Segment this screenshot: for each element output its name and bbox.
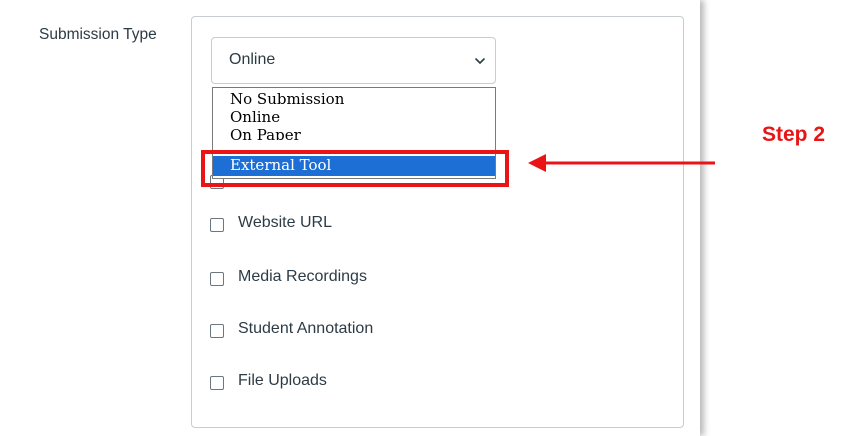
checkbox-label: Media Recordings	[238, 268, 367, 285]
checkbox-label: Website URL	[238, 214, 332, 231]
checkbox-label: Student Annotation	[238, 320, 374, 337]
assignment-settings-page: Submission Type Online No Submission Onl…	[0, 0, 857, 436]
checkbox[interactable]	[210, 376, 224, 390]
dropdown-option-external-tool[interactable]: External Tool	[213, 156, 495, 176]
dropdown-option-no-submission[interactable]: No Submission	[213, 90, 495, 109]
dropdown-option-on-paper[interactable]: On Paper	[213, 126, 495, 140]
select-value: Online	[229, 51, 276, 68]
arrow-left-icon	[528, 154, 715, 172]
submission-type-label: Submission Type	[39, 26, 157, 43]
checkbox-label: File Uploads	[238, 372, 327, 389]
checkbox[interactable]	[210, 324, 224, 338]
checkbox[interactable]	[210, 272, 224, 286]
checkbox[interactable]	[210, 218, 224, 232]
chevron-down-icon	[475, 58, 485, 64]
step-label: Step 2	[762, 123, 826, 146]
submission-type-dropdown[interactable]: No Submission Online On Paper External T…	[212, 87, 496, 179]
dropdown-option-online[interactable]: Online	[213, 108, 495, 127]
submission-type-select[interactable]: Online	[211, 37, 496, 84]
